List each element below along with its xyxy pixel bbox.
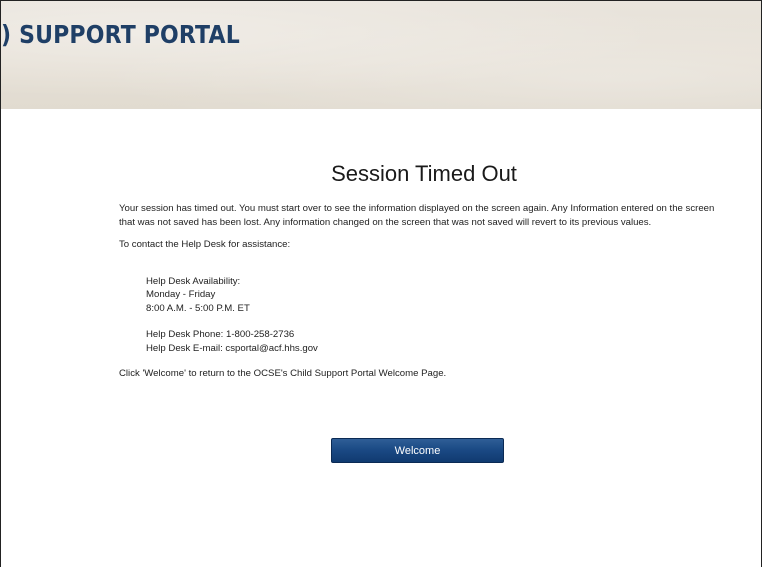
- help-desk-contact: Help Desk Phone: 1-800-258-2736 Help Des…: [146, 328, 729, 355]
- availability-hours: 8:00 A.M. - 5:00 P.M. ET: [146, 302, 250, 314]
- main-content: Session Timed Out Your session has timed…: [119, 109, 729, 463]
- welcome-button[interactable]: Welcome: [331, 438, 504, 463]
- contact-intro: To contact the Help Desk for assistance:: [119, 239, 291, 250]
- return-instruction: Click 'Welcome' to return to the OCSE's …: [119, 368, 447, 379]
- welcome-button-wrapper: Welcome: [331, 438, 504, 463]
- availability-label: Help Desk Availability:: [146, 275, 241, 287]
- page-frame: ) SUPPORT PORTAL Session Timed Out Your …: [0, 0, 762, 567]
- help-desk-phone: Help Desk Phone: 1-800-258-2736: [146, 329, 295, 340]
- help-desk-email: Help Desk E-mail: csportal@acf.hhs.gov: [146, 342, 318, 354]
- header-banner: ) SUPPORT PORTAL: [1, 1, 761, 109]
- availability-days: Monday - Friday: [146, 289, 216, 300]
- help-desk-availability: Help Desk Availability: Monday - Friday …: [146, 275, 729, 316]
- portal-brand-title: ) SUPPORT PORTAL: [1, 20, 240, 49]
- timeout-message: Your session has timed out. You must sta…: [119, 203, 715, 228]
- page-title: Session Timed Out: [331, 161, 517, 186]
